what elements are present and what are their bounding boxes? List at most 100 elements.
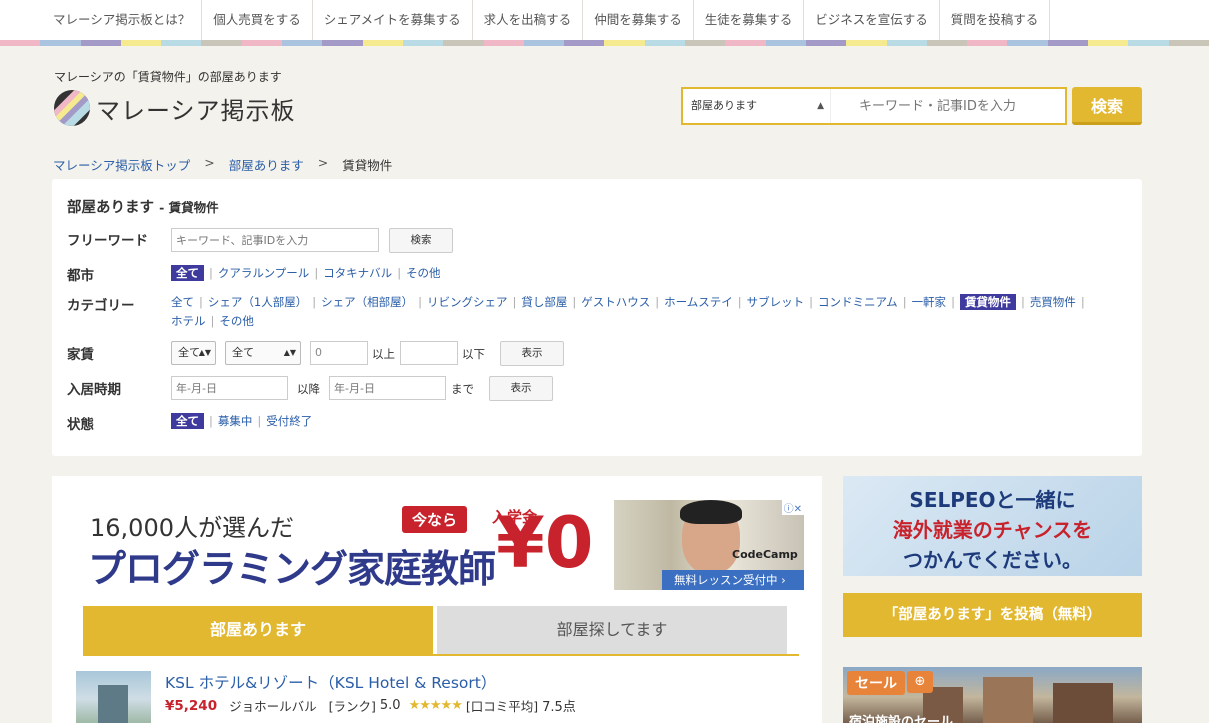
category-option-2[interactable]: シェア（相部屋） <box>321 295 413 309</box>
link-separator: | <box>1020 295 1025 309</box>
freeword-search-button[interactable]: 検索 <box>389 228 453 253</box>
movein-from-input[interactable] <box>171 376 288 400</box>
category-option-4[interactable]: 貸し部屋 <box>521 295 567 309</box>
link-separator: | <box>655 295 660 309</box>
stripe-segment <box>846 40 887 46</box>
movein-to-input[interactable] <box>329 376 446 400</box>
ad-lesson-text: 無料レッスン受付中 <box>674 573 778 587</box>
tab-rooms-wanted[interactable]: 部屋探してます <box>437 606 787 654</box>
nav-item-2[interactable]: シェアメイトを募集する <box>313 0 473 40</box>
stripe-segment <box>725 40 766 46</box>
category-option-3[interactable]: リビングシェア <box>427 295 508 309</box>
sale-badge: セール <box>847 671 905 695</box>
rent-label: 家賃 <box>67 347 94 363</box>
stripe-segment <box>282 40 323 46</box>
building-shape <box>1053 683 1113 723</box>
city-label: 都市 <box>67 268 94 284</box>
top-nav-list: マレーシア掲示板とは？ 個人売買をする シェアメイトを募集する 求人を出稿する 仲間を募… <box>0 0 1209 40</box>
category-option-10[interactable]: 賃貸物件 <box>959 294 1016 310</box>
listing-thumbnail[interactable] <box>76 671 151 723</box>
movein-show-button[interactable]: 表示 <box>489 376 553 401</box>
ad-banner[interactable]: 16,000人が選んだ プログラミング家庭教師 今なら 入学金 ¥0 CodeC… <box>82 500 804 590</box>
category-option-7[interactable]: サブレット <box>747 295 805 309</box>
search-category-select[interactable]: 部屋あります ▲ <box>683 89 831 123</box>
nav-item-5[interactable]: 生徒を募集する <box>694 0 805 40</box>
nav-item-0[interactable]: マレーシア掲示板とは？ <box>42 0 203 40</box>
nav-item-6[interactable]: ビジネスを宣伝する <box>804 0 940 40</box>
category-option-11[interactable]: 売買物件 <box>1030 295 1076 309</box>
category-option-6[interactable]: ホームステイ <box>664 295 733 309</box>
ad-line2: プログラミング家庭教師 <box>88 547 496 590</box>
sale-caption: 宿泊施設のセール <box>849 715 954 723</box>
top-nav: マレーシア掲示板とは？ 個人売買をする シェアメイトを募集する 求人を出稿する 仲間を募… <box>0 0 1209 40</box>
city-option-2[interactable]: コタキナバル <box>323 266 392 280</box>
category-option-1[interactable]: シェア（1人部屋） <box>208 295 307 309</box>
listing-location: ジョホールバル <box>229 699 317 714</box>
status-option-1[interactable]: 募集中 <box>218 414 253 428</box>
link-separator: | <box>512 295 517 309</box>
link-separator: | <box>902 295 907 309</box>
sidebar-ad-line2: 海外就業のチャンスを <box>892 518 1093 542</box>
stripe-segment <box>523 40 565 46</box>
movein-label: 入居時期 <box>67 382 121 398</box>
rent-max-input[interactable] <box>400 341 458 365</box>
post-listing-button[interactable]: 「部屋あります」を投稿（無料） <box>843 593 1142 637</box>
stripe-segment <box>0 40 41 46</box>
city-options: 全て | クアラルンプール | コタキナバル | その他 <box>171 264 441 283</box>
nav-item-1[interactable]: 個人売買をする <box>202 0 313 40</box>
status-option-0[interactable]: 全て <box>171 413 204 429</box>
select-arrows-icon: ▲▼ <box>198 348 211 357</box>
tab-rooms-available[interactable]: 部屋あります <box>83 606 433 654</box>
rent-min-input[interactable]: 0 <box>310 341 368 365</box>
header-search: 部屋あります ▲ <box>681 87 1067 125</box>
rent-show-button[interactable]: 表示 <box>500 341 564 366</box>
listing-title[interactable]: KSL ホテル&リゾート（KSL Hotel & Resort） <box>165 671 496 693</box>
link-separator: | <box>809 295 813 309</box>
breadcrumb-current: 賃貸物件 <box>342 158 393 173</box>
freeword-label: フリーワード <box>67 233 148 249</box>
stripe-segment <box>685 40 726 46</box>
breadcrumb-rooms[interactable]: 部屋あります <box>229 155 304 174</box>
city-option-0[interactable]: 全て <box>171 265 204 281</box>
category-row2-option-1[interactable]: その他 <box>219 314 254 328</box>
rent-currency-select[interactable]: 全て ▲▼ <box>171 341 216 365</box>
city-option-1[interactable]: クアラルンプール <box>218 266 309 280</box>
search-button[interactable]: 検索 <box>1072 87 1142 125</box>
link-separator: | <box>1080 295 1085 309</box>
nav-item-4[interactable]: 仲間を募集する <box>583 0 694 40</box>
nav-item-3[interactable]: 求人を出稿する <box>473 0 584 40</box>
category-options-row2: ホテル | その他 <box>171 312 254 331</box>
status-option-2[interactable]: 受付終了 <box>266 414 312 428</box>
site-logo[interactable]: マレーシア掲示板 <box>54 90 296 126</box>
category-option-0[interactable]: 全て <box>171 295 194 309</box>
category-option-9[interactable]: 一軒家 <box>912 295 947 309</box>
breadcrumb-home[interactable]: マレーシア掲示板トップ <box>53 155 190 174</box>
rent-period-select[interactable]: 全て ▲▼ <box>225 341 301 365</box>
category-row2-option-0[interactable]: ホテル <box>171 314 206 328</box>
ad-brand: CodeCamp <box>732 548 798 561</box>
freeword-input[interactable] <box>171 228 379 252</box>
sidebar-ad-line3: つかんでください。 <box>903 548 1082 572</box>
adchoices-icon[interactable]: ⓘ✕ <box>781 500 804 515</box>
link-separator: | <box>314 266 319 280</box>
sidebar-sale-banner[interactable]: セール ⊕ 宿泊施設のセール <box>843 667 1142 723</box>
listing-price: ¥5,240 <box>165 697 218 714</box>
stripe-segment <box>1088 40 1129 46</box>
filter-title-sub: - 賃貸物件 <box>159 200 219 215</box>
ad-lesson-button[interactable]: 無料レッスン受付中 › <box>662 570 804 590</box>
category-option-5[interactable]: ゲストハウス <box>581 295 650 309</box>
movein-after-label: 以降 <box>297 382 320 396</box>
category-option-8[interactable]: コンドミニアム <box>818 295 898 309</box>
rent-below-label: 以下 <box>462 347 485 361</box>
stripe-segment <box>80 40 121 46</box>
link-separator: | <box>312 295 317 309</box>
nav-item-7[interactable]: 質問を投稿する <box>940 0 1051 40</box>
city-option-3[interactable]: その他 <box>406 266 441 280</box>
link-separator: | <box>951 295 955 309</box>
sidebar-ad[interactable]: SELPEOと一緒に 海外就業のチャンスを つかんでください。 <box>843 476 1142 576</box>
listing-review: 7.5点 <box>542 700 576 715</box>
category-label: カテゴリー <box>67 298 135 314</box>
search-input[interactable] <box>831 89 1065 123</box>
listing-rank-label: [ランク] <box>328 699 376 714</box>
breadcrumb-separator: > <box>204 155 215 170</box>
